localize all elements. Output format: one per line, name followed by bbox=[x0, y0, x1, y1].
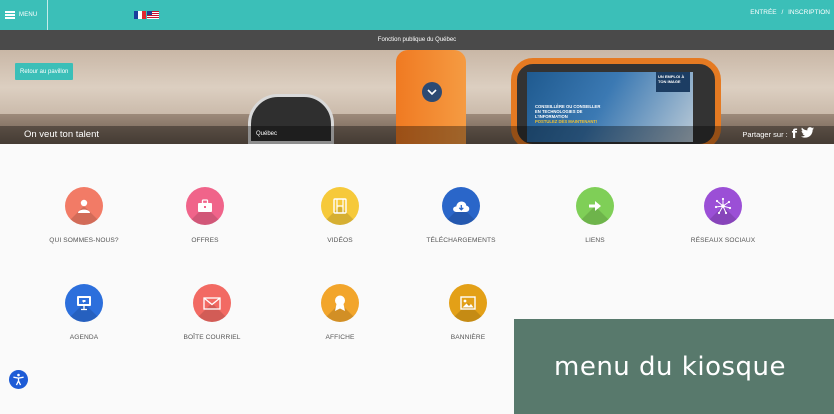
menu-item-label: VIDÉOS bbox=[327, 237, 353, 244]
network-icon bbox=[704, 187, 742, 225]
person-icon bbox=[65, 187, 103, 225]
briefcase-icon bbox=[186, 187, 224, 225]
accessibility-icon bbox=[13, 373, 24, 386]
menu-item-label: RÉSEAUX SOCIAUX bbox=[690, 237, 756, 244]
award-icon bbox=[321, 284, 359, 322]
menu-item-label: AFFICHE bbox=[325, 334, 355, 341]
menu-item-label: OFFRES bbox=[191, 237, 219, 244]
image-icon bbox=[449, 284, 487, 322]
menu-item-label: AGENDA bbox=[69, 334, 99, 341]
menu-item-label: BANNIÈRE bbox=[450, 334, 486, 341]
facebook-icon[interactable]: f bbox=[792, 127, 797, 141]
booth-label: Québec bbox=[256, 131, 278, 137]
film-icon bbox=[321, 187, 359, 225]
share-bar: Partager sur : f bbox=[742, 126, 814, 142]
menu-item-label: BOÎTE COURRIEL bbox=[183, 334, 241, 341]
arrow-right-icon bbox=[576, 187, 614, 225]
envelope-icon bbox=[193, 284, 231, 322]
twitter-icon[interactable] bbox=[801, 127, 814, 141]
hero-caption-layer: Québec bbox=[0, 0, 834, 144]
chevron-down-icon bbox=[427, 89, 437, 95]
menu-item-label: TÉLÉCHARGEMENTS bbox=[426, 237, 496, 244]
scroll-down-button[interactable] bbox=[422, 82, 442, 102]
share-label: Partager sur : bbox=[742, 129, 788, 139]
menu-item-label: QUI SOMMES-NOUS? bbox=[49, 237, 119, 244]
hero-caption-strip bbox=[0, 126, 834, 144]
kiosk-menu-overlay-text: menu du kiosque bbox=[554, 352, 787, 382]
cloud-download-icon bbox=[442, 187, 480, 225]
hero-caption: On veut ton talent bbox=[24, 129, 99, 140]
accessibility-button[interactable] bbox=[9, 370, 28, 389]
presentation-icon bbox=[65, 284, 103, 322]
back-to-pavilion-button[interactable]: Retour au pavillon bbox=[15, 63, 74, 80]
menu-item-label: LIENS bbox=[585, 237, 605, 244]
